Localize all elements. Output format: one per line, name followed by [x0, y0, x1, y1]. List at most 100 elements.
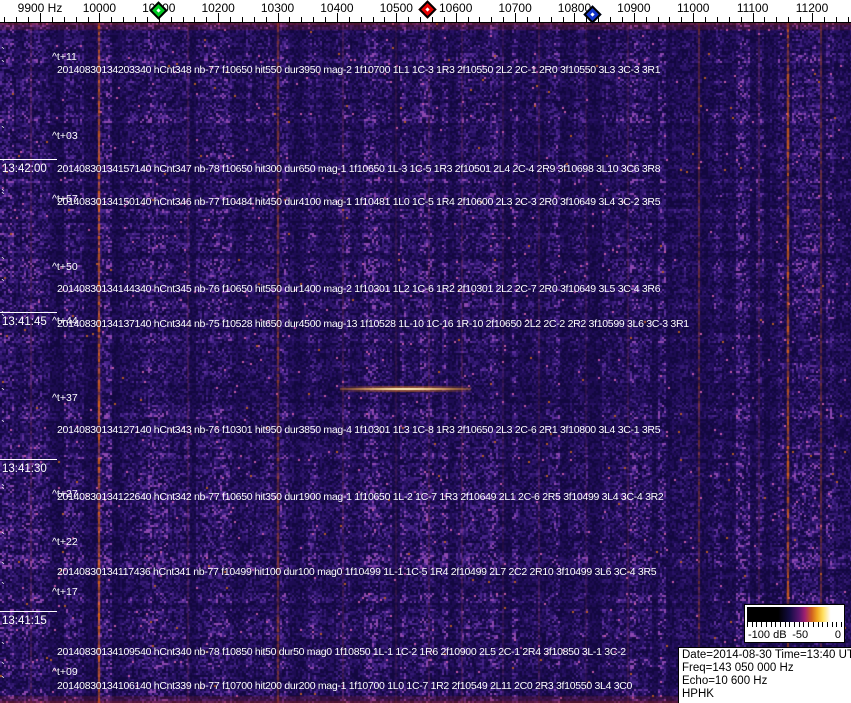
marker-center-dot: [156, 8, 161, 13]
ruler-tick: [479, 17, 481, 22]
ruler-tick: [788, 17, 790, 22]
left-edge-tick: `: [1, 640, 5, 654]
ruler-tick: [503, 17, 505, 22]
db-tick: [756, 622, 758, 627]
db-tick: [765, 622, 767, 627]
time-offset-mark: ^t+17: [52, 586, 78, 598]
frequency-label: 10400: [320, 1, 354, 15]
left-edge-tick: `: [1, 277, 5, 291]
left-edge-tick: `: [1, 190, 5, 204]
db-tick: [822, 622, 824, 627]
detection-record: 20140830134117436 hCnt341 nb-77 f10499 h…: [57, 566, 657, 578]
db-tick: [794, 622, 795, 627]
time-label: 13:41:30: [2, 463, 47, 475]
ruler-tick: [28, 17, 30, 22]
ruler-tick: [194, 17, 196, 22]
ruler-tick: [146, 17, 148, 22]
ruler-tick: [372, 17, 374, 22]
detection-record: 20140830134109540 hCnt340 nb-78 f10850 h…: [57, 646, 626, 658]
ruler-tick: [728, 17, 730, 22]
ruler-tick: [538, 17, 540, 22]
ruler-tick: [621, 17, 623, 22]
frequency-label: 11100: [736, 1, 769, 15]
info-frequency: Freq=143 050 000 Hz: [682, 662, 794, 674]
detection-record: 20140830134144340 hCnt345 nb-76 f10650 h…: [57, 283, 661, 295]
frequency-label: 10000: [82, 1, 117, 15]
ruler-tick: [87, 17, 89, 22]
info-echo: Echo=10 600 Hz: [682, 675, 768, 687]
ruler-tick: [610, 17, 612, 22]
detection-record: 20140830134157140 hCnt347 nb-78 f10650 h…: [57, 163, 661, 175]
db-label-min: -100 dB: [748, 629, 787, 641]
time-offset-mark: ^t+50: [52, 261, 78, 273]
db-color-scale: -100 dB -50 0: [744, 604, 845, 643]
ruler-tick: [420, 17, 422, 22]
db-scale-ticks: [747, 622, 842, 628]
time-tick-line: [0, 459, 57, 460]
ruler-tick: [63, 17, 65, 22]
ruler-tick: [764, 17, 766, 22]
ruler-tick: [669, 17, 671, 22]
db-tick: [779, 622, 781, 627]
left-edge-tick: `: [1, 560, 5, 574]
spectrogram-canvas[interactable]: [0, 23, 851, 703]
frequency-label: 10200: [201, 1, 235, 15]
info-date-time: Date=2014-08-30 Time=13:40 UTC: [682, 649, 851, 661]
ruler-tick: [657, 17, 659, 22]
ruler-tick: [360, 17, 362, 22]
ruler-tick: [135, 17, 136, 22]
left-edge-tick: `: [1, 255, 5, 269]
db-gradient-bar: [747, 607, 842, 622]
db-tick: [747, 622, 748, 627]
status-info-box: Date=2014-08-30 Time=13:40 UTC Freq=143 …: [678, 647, 851, 703]
ruler-tick: [289, 17, 291, 22]
db-tick: [836, 622, 838, 627]
ruler-tick: [443, 17, 445, 22]
time-label: 13:41:15: [2, 615, 47, 627]
frequency-label: 10900: [617, 1, 651, 15]
time-offset-mark: ^t+37: [52, 392, 78, 404]
time-offset-mark: ^t+22: [52, 536, 78, 548]
frequency-label: 10700: [498, 1, 532, 15]
ruler-tick: [265, 17, 267, 22]
db-label-max: 0: [834, 629, 841, 641]
info-station: HPHK: [682, 688, 714, 700]
ruler-tick: [16, 17, 18, 22]
ruler-tick: [51, 17, 53, 22]
time-tick-line: [0, 611, 57, 612]
time-label: 13:42:00: [2, 163, 47, 175]
frequency-label: 11000: [676, 1, 710, 15]
detection-record: 20140830134127140 hCnt343 nb-76 f10301 h…: [57, 424, 661, 436]
ruler-tick: [431, 17, 433, 22]
ruler-tick: [253, 17, 255, 22]
db-tick: [751, 622, 753, 627]
ruler-tick: [823, 17, 825, 22]
db-tick: [817, 622, 819, 627]
db-tick: [775, 622, 777, 627]
ruler-tick: [408, 17, 410, 22]
frequency-label: 10300: [260, 1, 295, 15]
left-edge-tick: `: [1, 580, 5, 594]
ruler-tick: [526, 17, 528, 22]
db-tick: [789, 622, 791, 627]
detection-record: 20140830134106140 hCnt339 nb-77 f10700 h…: [57, 680, 633, 692]
ruler-tick: [740, 17, 742, 22]
ruler-tick: [170, 17, 172, 22]
frequency-label: 10500: [379, 1, 413, 15]
time-label: 13:41:45: [2, 316, 47, 328]
db-tick: [770, 622, 772, 627]
detection-record: 20140830134150140 hCnt346 nb-77 f10484 h…: [57, 196, 661, 208]
frequency-ruler[interactable]: 9900 Hz100001010010200103001040010500106…: [0, 0, 851, 24]
db-tick: [798, 622, 800, 627]
db-tick: [841, 622, 842, 627]
frequency-label: 10600: [439, 1, 473, 15]
left-edge-tick: `: [1, 530, 5, 544]
ruler-tick: [716, 17, 718, 22]
red-frequency-marker[interactable]: [417, 0, 437, 19]
detection-record: 20140830134137140 hCnt344 nb-75 f10528 h…: [57, 318, 689, 330]
db-tick: [761, 622, 763, 627]
time-offset-mark: ^t+11: [52, 51, 77, 63]
marker-center-dot: [425, 7, 430, 12]
frequency-label: 9900 Hz: [17, 1, 63, 15]
detection-record: 20140830134122640 hCnt342 nb-77 f10650 h…: [57, 491, 664, 503]
